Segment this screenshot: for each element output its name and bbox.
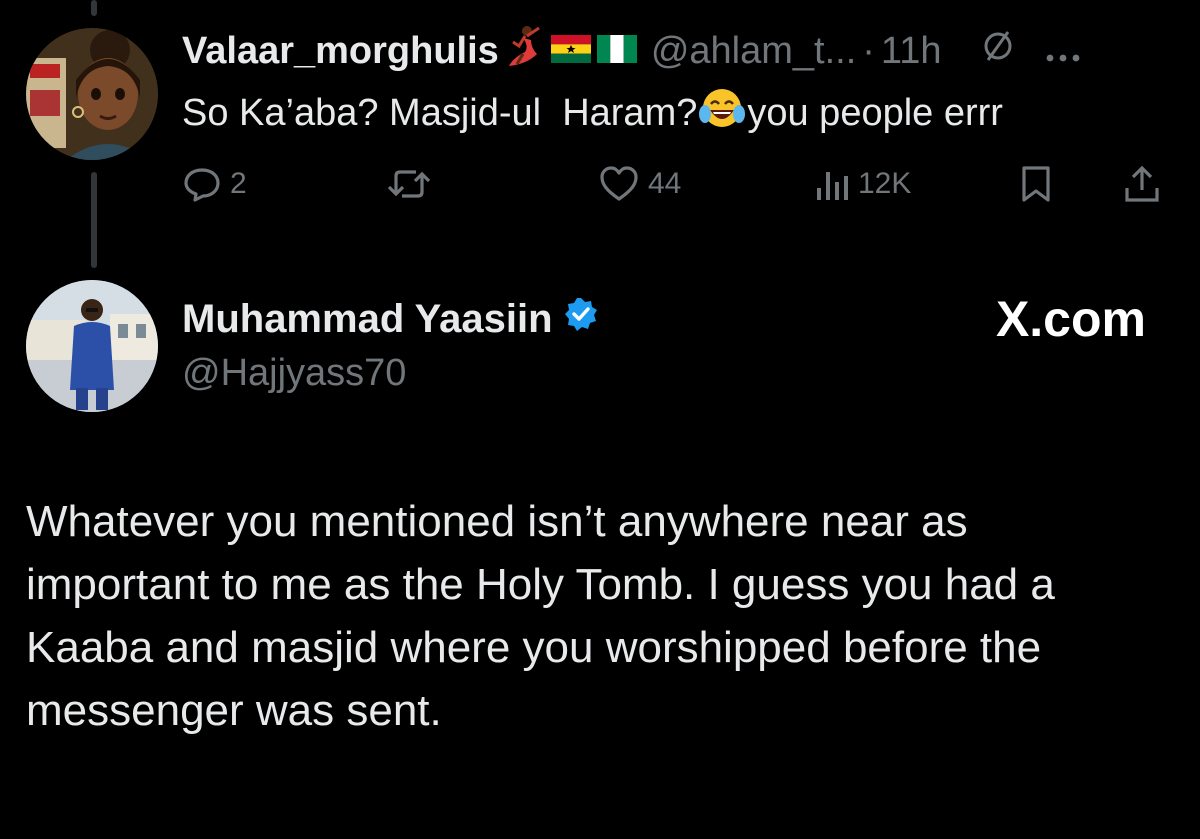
main-tweet-text: Whatever you mentioned isn’t anywhere ne… [26,497,1055,735]
share-icon [1125,165,1159,202]
reply-text-suffix: you people errr [747,91,1003,134]
main-handle[interactable]: @Hajjyass70 [182,352,406,395]
bookmark-icon [1022,166,1050,202]
repost-button[interactable] [386,164,440,204]
laughing-tears-emoji-icon [699,86,746,140]
avatar-valaar[interactable] [26,28,158,160]
views-count: 12K [858,167,912,200]
main-header: Muhammad Yaasiin [182,294,599,344]
avatar-muhammad[interactable] [26,280,158,412]
grok-icon[interactable] [978,26,1018,76]
reply-text-main: So Ka’aba? Masjid-ul Haram? [182,91,698,134]
dancer-emoji-icon [505,24,545,78]
reply-actions: 2 44 12K [182,164,1172,204]
more-options-icon[interactable] [1046,30,1080,73]
like-button[interactable]: 44 [598,164,681,204]
bookmark-button[interactable] [1018,164,1054,204]
thread-line-bottom [91,172,97,268]
views-icon [817,172,848,200]
heart-icon [600,166,638,201]
thread-line-top [91,0,97,16]
reply-text: So Ka’aba? Masjid-ul Haram? you people e… [182,86,1003,140]
ghana-flag-icon [550,30,591,73]
views-button[interactable]: 12K [814,164,911,204]
repost-icon [387,170,431,198]
comment-icon [184,168,220,202]
reply-separator: · [862,29,875,72]
reply-count-button[interactable]: 2 [182,164,247,204]
site-label: X.com [995,291,1146,347]
main-display-name[interactable]: Muhammad Yaasiin [182,297,553,342]
nigeria-flag-icon [596,30,637,73]
reply-count: 2 [230,167,247,200]
reply-handle[interactable]: @ahlam_t... [651,30,856,73]
verified-badge-icon [563,296,599,342]
share-button[interactable] [1122,164,1162,204]
reply-time[interactable]: 11h [881,30,942,73]
reply-display-name[interactable]: Valaar_morghulis [182,30,499,73]
reply-header: Valaar_morghulis @ahlam_t... · 11h [182,26,1080,76]
like-count: 44 [648,167,682,200]
